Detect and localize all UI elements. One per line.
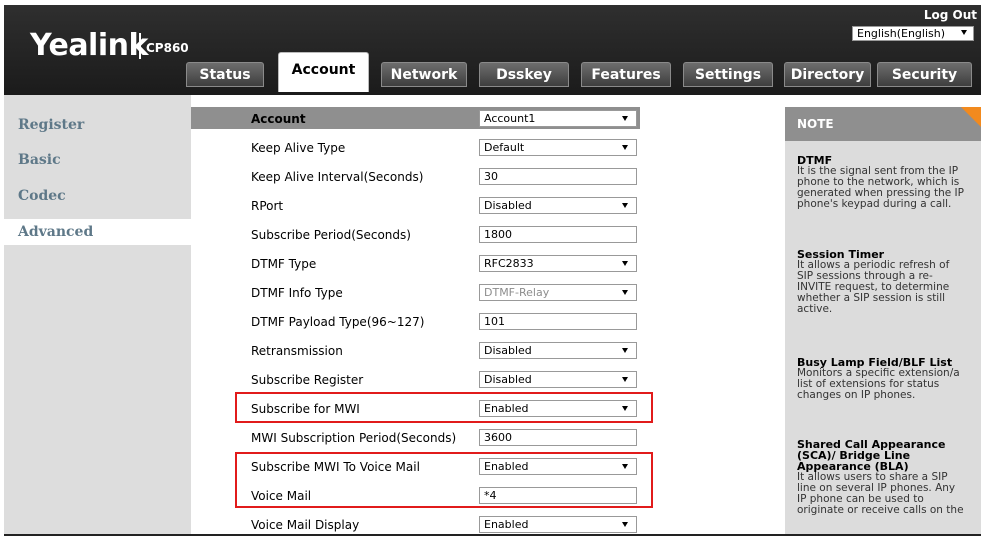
subscribe-period-input[interactable]: 1800 <box>479 226 637 243</box>
tab-features[interactable]: Features <box>581 62 671 87</box>
keep-alive-interval-input[interactable]: 30 <box>479 168 637 185</box>
rport-label: RPort <box>251 199 284 213</box>
chevron-down-icon <box>622 145 628 150</box>
dtmf-info-type-value: DTMF-Relay <box>484 286 550 299</box>
voice-mail-display-label: Voice Mail Display <box>251 518 360 532</box>
dtmf-type-value: RFC2833 <box>484 257 534 270</box>
chevron-down-icon <box>961 30 967 35</box>
dtmf-payload-input[interactable]: 101 <box>479 313 637 330</box>
rport-select[interactable]: Disabled <box>479 197 637 214</box>
chevron-down-icon <box>622 377 628 382</box>
voice-mail-label: Voice Mail <box>251 489 312 503</box>
voice-mail-input[interactable]: *4 <box>479 487 637 504</box>
logout-link[interactable]: Log Out <box>924 8 977 22</box>
note-text-line: originate or receive calls on the <box>797 504 964 516</box>
account-label: Account <box>251 112 306 126</box>
subscribe-mwi-value: Enabled <box>484 402 529 415</box>
chevron-down-icon <box>622 406 628 411</box>
note-text-line: active. <box>797 303 833 315</box>
language-select[interactable]: English(English) <box>852 26 974 41</box>
subscribe-period-label: Subscribe Period(Seconds) <box>251 228 411 242</box>
note-title: NOTE <box>797 117 834 131</box>
retransmission-value: Disabled <box>484 344 532 357</box>
note-text-line: changes on IP phones. <box>797 389 916 401</box>
dtmf-type-select[interactable]: RFC2833 <box>479 255 637 272</box>
keep-alive-type-select[interactable]: Default <box>479 139 637 156</box>
subscribe-mwi-label: Subscribe for MWI <box>251 402 360 416</box>
chevron-down-icon <box>622 261 628 266</box>
logo-separator <box>139 33 141 59</box>
dtmf-payload-label: DTMF Payload Type(96~127) <box>251 315 425 329</box>
dtmf-info-type-select[interactable]: DTMF-Relay <box>479 284 637 301</box>
dtmf-info-type-label: DTMF Info Type <box>251 286 343 300</box>
chevron-down-icon <box>622 116 628 121</box>
keep-alive-type-value: Default <box>484 141 525 154</box>
sidebar-item-codec[interactable]: Codec <box>18 188 66 204</box>
tab-directory[interactable]: Directory <box>784 62 871 87</box>
note-corner-icon <box>961 107 981 127</box>
tab-security[interactable]: Security <box>877 62 972 87</box>
account-select[interactable]: Account1 <box>479 110 637 127</box>
subscribe-mwi-vm-label: Subscribe MWI To Voice Mail <box>251 460 420 474</box>
mwi-period-input[interactable]: 3600 <box>479 429 637 446</box>
keep-alive-type-label: Keep Alive Type <box>251 141 346 155</box>
chevron-down-icon <box>622 290 628 295</box>
sidebar-item-basic[interactable]: Basic <box>18 152 61 168</box>
model-label: CP860 <box>146 41 189 55</box>
tab-settings[interactable]: Settings <box>683 62 773 87</box>
tab-status[interactable]: Status <box>186 62 264 87</box>
dtmf-type-label: DTMF Type <box>251 257 317 271</box>
rport-value: Disabled <box>484 199 532 212</box>
tab-account[interactable]: Account <box>278 52 369 92</box>
mwi-period-label: MWI Subscription Period(Seconds) <box>251 431 457 445</box>
chevron-down-icon <box>622 348 628 353</box>
tab-network[interactable]: Network <box>381 62 467 87</box>
chevron-down-icon <box>622 203 628 208</box>
voice-mail-display-value: Enabled <box>484 518 529 531</box>
tab-dsskey[interactable]: Dsskey <box>479 62 569 87</box>
language-value: English(English) <box>857 27 946 40</box>
voice-mail-display-select[interactable]: Enabled <box>479 516 637 533</box>
subscribe-register-label: Subscribe Register <box>251 373 364 387</box>
chevron-down-icon <box>622 464 628 469</box>
sidebar-item-register[interactable]: Register <box>18 117 84 133</box>
chevron-down-icon <box>622 522 628 527</box>
subscribe-mwi-vm-select[interactable]: Enabled <box>479 458 637 475</box>
subscribe-mwi-vm-value: Enabled <box>484 460 529 473</box>
note-text-line: phone's keypad during a call. <box>797 198 952 210</box>
subscribe-register-select[interactable]: Disabled <box>479 371 637 388</box>
subscribe-register-value: Disabled <box>484 373 532 386</box>
keep-alive-interval-label: Keep Alive Interval(Seconds) <box>251 170 424 184</box>
retransmission-label: Retransmission <box>251 344 343 358</box>
retransmission-select[interactable]: Disabled <box>479 342 637 359</box>
account-select-value: Account1 <box>484 112 536 125</box>
brand-logo: Yealink <box>30 28 148 63</box>
sidebar-item-advanced[interactable]: Advanced <box>18 224 93 240</box>
subscribe-mwi-select[interactable]: Enabled <box>479 400 637 417</box>
